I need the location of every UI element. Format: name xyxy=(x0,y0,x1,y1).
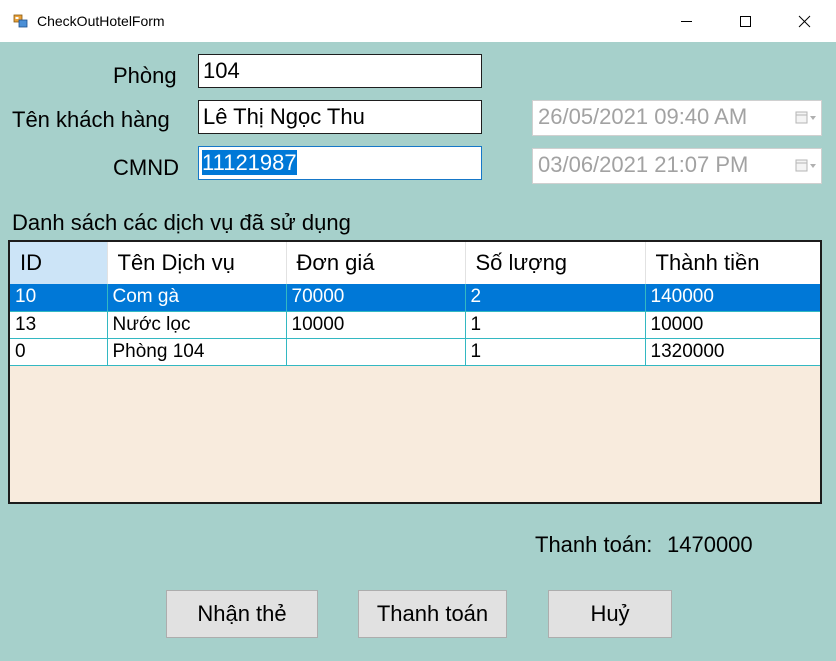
services-table: ID Tên Dịch vụ Đơn giá Số lượng Thành ti… xyxy=(10,242,820,366)
cell-id[interactable]: 10 xyxy=(10,284,108,312)
column-header-amount[interactable]: Thành tiền xyxy=(645,242,820,284)
cell-service-name[interactable]: Nước lọc xyxy=(107,311,287,339)
customer-name-label: Tên khách hàng xyxy=(12,107,170,132)
room-input[interactable]: 104 xyxy=(198,54,482,88)
checkout-date-value: 03/06/2021 21:07 PM xyxy=(538,152,749,177)
column-header-id[interactable]: ID xyxy=(10,242,108,284)
close-icon xyxy=(798,15,811,28)
room-label: Phòng xyxy=(113,63,177,88)
column-header-service-name[interactable]: Tên Dịch vụ xyxy=(107,242,287,284)
title-bar[interactable]: CheckOutHotelForm xyxy=(0,0,836,42)
total-label: Thanh toán: xyxy=(535,532,653,557)
total-value: 1470000 xyxy=(667,532,753,557)
cell-amount[interactable]: 1320000 xyxy=(645,338,820,366)
maximize-button[interactable] xyxy=(716,0,774,42)
header-row: ID Tên Dịch vụ Đơn giá Số lượng Thành ti… xyxy=(10,242,820,284)
table-row[interactable]: 10 Com gà 70000 2 140000 xyxy=(10,284,820,312)
cell-unit-price[interactable] xyxy=(286,338,466,366)
window-title: CheckOutHotelForm xyxy=(37,13,165,29)
maximize-icon xyxy=(740,16,751,27)
close-button[interactable] xyxy=(775,0,833,42)
table-row[interactable]: 13 Nước lọc 10000 1 10000 xyxy=(10,311,820,339)
pay-button[interactable]: Thanh toán xyxy=(358,590,507,638)
cell-unit-price[interactable]: 70000 xyxy=(286,284,466,312)
column-header-quantity[interactable]: Số lượng xyxy=(465,242,646,284)
cell-service-name[interactable]: Phòng 104 xyxy=(107,338,287,366)
table-row[interactable]: 0 Phòng 104 1 1320000 xyxy=(10,338,820,366)
minimize-icon xyxy=(681,21,692,22)
cell-quantity[interactable]: 1 xyxy=(465,311,646,339)
services-caption: Danh sách các dịch vụ đã sử dụng xyxy=(12,210,351,235)
cell-quantity[interactable]: 1 xyxy=(465,338,646,366)
room-input-value: 104 xyxy=(203,58,240,83)
receive-card-button[interactable]: Nhận thẻ xyxy=(166,590,318,638)
cell-unit-price[interactable]: 10000 xyxy=(286,311,466,339)
calendar-dropdown-icon xyxy=(795,111,816,124)
id-card-label: CMND xyxy=(113,155,179,180)
checkout-date-picker[interactable]: 03/06/2021 21:07 PM xyxy=(532,148,822,184)
minimize-button[interactable] xyxy=(657,0,715,42)
calendar-dropdown-icon xyxy=(795,159,816,172)
cell-amount[interactable]: 140000 xyxy=(645,284,820,312)
cell-quantity[interactable]: 2 xyxy=(465,284,646,312)
cell-id[interactable]: 13 xyxy=(10,311,108,339)
checkout-window: CheckOutHotelForm Phòng Tên khách hàng C… xyxy=(0,0,836,661)
cell-id[interactable]: 0 xyxy=(10,338,108,366)
app-icon xyxy=(13,14,28,28)
cell-amount[interactable]: 10000 xyxy=(645,311,820,339)
id-card-input[interactable]: 11121987 xyxy=(198,146,482,180)
column-header-unit-price[interactable]: Đơn giá xyxy=(286,242,466,284)
cell-service-name[interactable]: Com gà xyxy=(107,284,287,312)
services-grid[interactable]: ID Tên Dịch vụ Đơn giá Số lượng Thành ti… xyxy=(8,240,822,504)
checkin-date-picker[interactable]: 26/05/2021 09:40 AM xyxy=(532,100,822,136)
checkin-date-value: 26/05/2021 09:40 AM xyxy=(538,104,748,129)
cancel-button[interactable]: Huỷ xyxy=(548,590,672,638)
customer-name-value: Lê Thị Ngọc Thu xyxy=(203,104,365,129)
customer-name-input[interactable]: Lê Thị Ngọc Thu xyxy=(198,100,482,134)
id-card-value: 11121987 xyxy=(202,150,297,175)
